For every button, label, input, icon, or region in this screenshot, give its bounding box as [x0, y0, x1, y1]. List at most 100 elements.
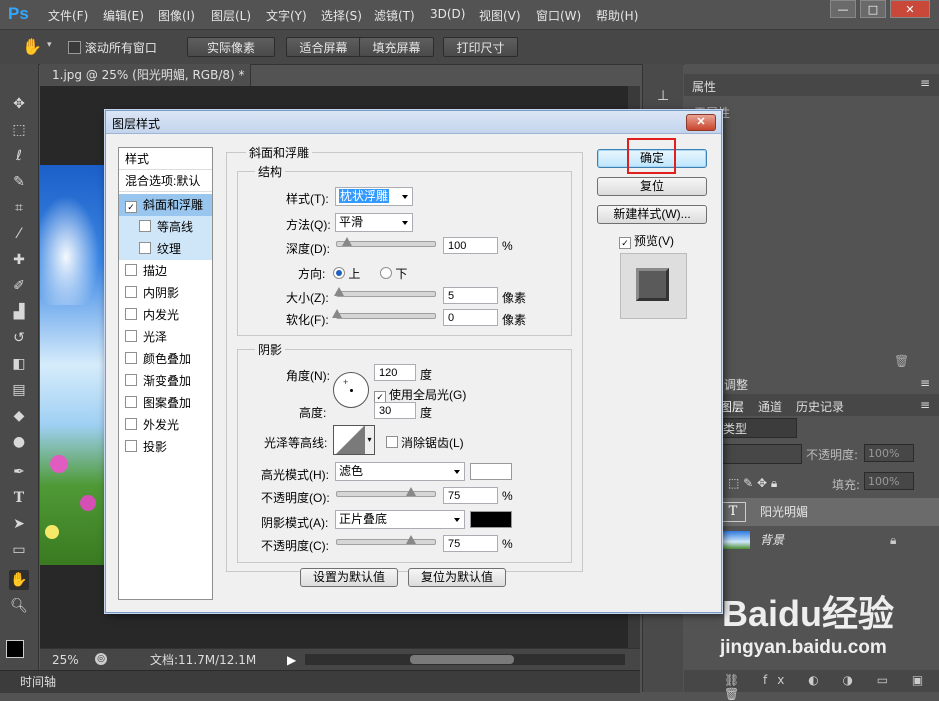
menu-type[interactable]: 文字(Y)	[266, 7, 307, 24]
direction-down-radio[interactable]: 下	[380, 265, 407, 282]
size-slider[interactable]	[333, 287, 436, 297]
radio-icon[interactable]	[380, 267, 392, 279]
adjustments-tab[interactable]: 调整	[724, 376, 748, 393]
shape-tool-icon[interactable]: ▭	[9, 540, 29, 560]
gradient-tool-icon[interactable]: ▤	[9, 380, 29, 400]
blend-mode-select[interactable]	[720, 444, 802, 464]
quick-select-tool-icon[interactable]: ✎	[9, 172, 29, 192]
brush-tool-icon[interactable]: ✐	[9, 276, 29, 296]
style-item-satin[interactable]: 光泽	[119, 326, 212, 348]
fill-field[interactable]: 100%	[864, 472, 914, 490]
eraser-tool-icon[interactable]: ◧	[9, 354, 29, 374]
menu-help[interactable]: 帮助(H)	[596, 7, 638, 24]
panel-menu-icon[interactable]: ≡	[920, 398, 930, 412]
layer-row-text[interactable]: T 阳光明媚	[684, 498, 939, 526]
style-item-inner-glow[interactable]: 内发光	[119, 304, 212, 326]
style-item-stroke[interactable]: 描边	[119, 260, 212, 282]
reset-button[interactable]: 复位	[597, 177, 707, 196]
style-item-outer-glow[interactable]: 外发光	[119, 414, 212, 436]
healing-brush-icon[interactable]: ✚	[9, 250, 29, 270]
preview-checkbox[interactable]: ✓ 预览(V)	[619, 232, 674, 249]
layer-row-background[interactable]: 背景 🔒︎	[684, 526, 939, 554]
fit-screen-button[interactable]: 适合屏幕	[286, 37, 361, 57]
scroll-all-windows-checkbox[interactable]: 滚动所有窗口	[68, 39, 157, 56]
menu-3d[interactable]: 3D(D)	[430, 7, 465, 21]
history-brush-icon[interactable]: ↺	[9, 328, 29, 348]
style-item-inner-shadow[interactable]: 内阴影	[119, 282, 212, 304]
eyedropper-tool-icon[interactable]: ⁄	[9, 224, 29, 244]
depth-input[interactable]: 100	[443, 237, 498, 254]
checkbox-checked-icon[interactable]: ✓	[619, 237, 631, 249]
chevron-down-icon[interactable]: ▾	[365, 425, 375, 455]
opacity-field[interactable]: 100%	[864, 444, 914, 462]
checkbox-checked-icon[interactable]: ✓	[125, 201, 137, 213]
stamp-tool-icon[interactable]: ▟	[9, 302, 29, 322]
panel-menu-icon[interactable]: ≡	[920, 376, 930, 390]
direction-up-radio[interactable]: 上	[333, 265, 360, 282]
slider-thumb[interactable]	[405, 535, 416, 544]
make-default-button[interactable]: 设置为默认值	[300, 568, 398, 587]
dialog-titlebar[interactable]: 图层样式 ✕	[106, 111, 721, 134]
size-input[interactable]: 5	[443, 287, 498, 304]
layers-footer-icons[interactable]: ⛓ fx ◐ ◑ ▭ ▣ 🗑︎	[724, 673, 939, 701]
soften-input[interactable]: 0	[443, 309, 498, 326]
global-light-checkbox[interactable]: ✓ 使用全局光(G)	[374, 386, 466, 403]
lasso-tool-icon[interactable]: ℓ	[9, 146, 29, 166]
status-menu-icon[interactable]: ◎	[95, 653, 107, 665]
fill-screen-button[interactable]: 填充屏幕	[359, 37, 434, 57]
highlight-opacity-input[interactable]: 75	[443, 487, 498, 504]
zoom-tool-icon[interactable]: 🔍︎	[9, 596, 29, 616]
blur-tool-icon[interactable]: ◆	[9, 406, 29, 426]
checkbox-icon[interactable]	[386, 436, 398, 448]
checkbox-icon[interactable]	[139, 220, 151, 232]
trash-icon[interactable]: 🗑︎	[894, 354, 909, 368]
lock-icons[interactable]: ⬚ ✎ ✥ 🔒︎	[728, 476, 777, 491]
technique-select[interactable]: 平滑	[335, 213, 413, 232]
print-size-button[interactable]: 打印尺寸	[443, 37, 518, 57]
layer-name[interactable]: 背景	[760, 526, 784, 554]
slider-thumb[interactable]	[333, 287, 344, 296]
style-item-bevel-emboss[interactable]: ✓ 斜面和浮雕	[119, 194, 212, 216]
foreground-color-swatch[interactable]	[6, 640, 24, 658]
shadow-opacity-input[interactable]: 75	[443, 535, 498, 552]
checkbox-icon[interactable]	[125, 418, 137, 430]
altitude-input[interactable]: 30	[374, 402, 416, 419]
checkbox-icon[interactable]	[125, 330, 137, 342]
highlight-color-swatch[interactable]	[470, 463, 512, 480]
style-item-color-overlay[interactable]: 颜色叠加	[119, 348, 212, 370]
menu-view[interactable]: 视图(V)	[479, 7, 521, 24]
styles-header[interactable]: 样式	[119, 148, 212, 170]
antialias-checkbox[interactable]: 消除锯齿(L)	[386, 434, 464, 451]
checkbox-icon[interactable]	[125, 308, 137, 320]
checkbox-icon[interactable]	[125, 286, 137, 298]
menu-edit[interactable]: 编辑(E)	[103, 7, 144, 24]
angle-dial[interactable]: +	[333, 372, 369, 408]
checkbox-icon[interactable]	[125, 352, 137, 364]
path-select-tool-icon[interactable]: ➤	[9, 514, 29, 534]
actual-pixels-button[interactable]: 实际像素	[187, 37, 275, 57]
shadow-color-swatch[interactable]	[470, 511, 512, 528]
blending-options-item[interactable]: 混合选项:默认	[119, 170, 212, 192]
style-item-gradient-overlay[interactable]: 渐变叠加	[119, 370, 212, 392]
slider-thumb[interactable]	[332, 309, 342, 318]
checkbox-icon[interactable]	[68, 41, 81, 54]
restore-button[interactable]: □	[860, 0, 886, 18]
checkbox-icon[interactable]	[125, 264, 137, 276]
scrollbar-thumb[interactable]	[410, 655, 514, 664]
tool-preset-dropdown-icon[interactable]: ▾	[47, 40, 52, 50]
highlight-opacity-slider[interactable]	[336, 487, 436, 497]
shadow-mode-select[interactable]: 正片叠底	[335, 510, 465, 529]
slider-thumb[interactable]	[405, 487, 416, 496]
highlight-mode-select[interactable]: 滤色	[335, 462, 465, 481]
slider-thumb[interactable]	[341, 237, 352, 246]
depth-slider[interactable]	[336, 237, 436, 247]
hand-tool-active-icon[interactable]: ✋	[9, 570, 29, 590]
panel-menu-icon[interactable]: ≡	[920, 76, 930, 90]
style-item-texture[interactable]: 纹理	[119, 238, 212, 260]
soften-slider[interactable]	[332, 309, 436, 319]
angle-input[interactable]: 120	[374, 364, 416, 381]
layer-kind-filter[interactable]: 类型	[720, 418, 797, 438]
new-style-button[interactable]: 新建样式(W)...	[597, 205, 707, 224]
bevel-style-select[interactable]: 枕状浮雕	[335, 187, 413, 206]
shadow-opacity-slider[interactable]	[336, 535, 436, 545]
